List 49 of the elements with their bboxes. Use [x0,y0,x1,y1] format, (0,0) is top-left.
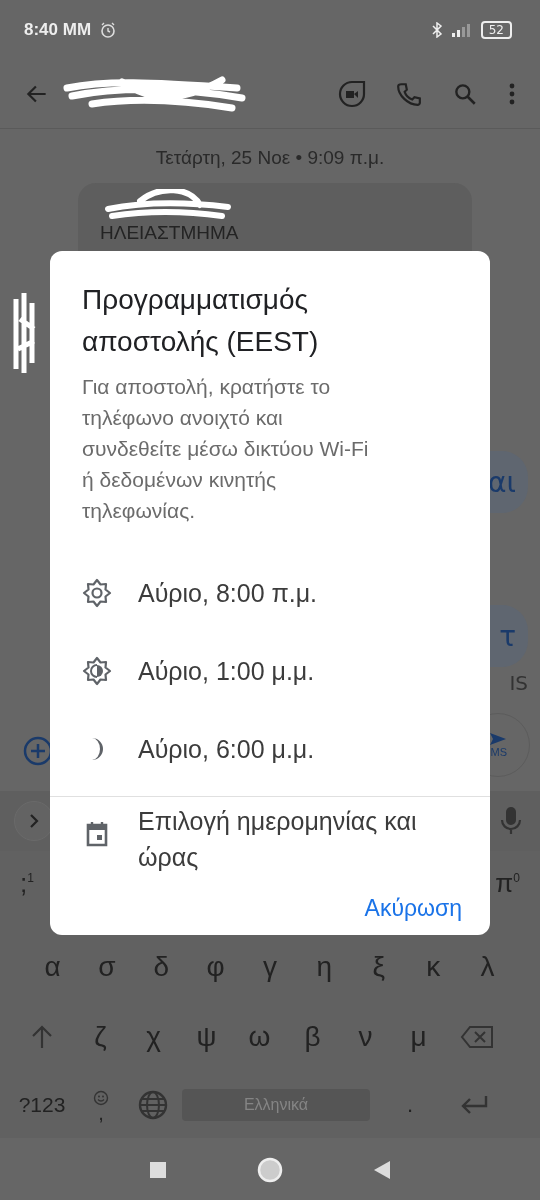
keyboard-key[interactable]: λ [461,951,514,983]
signal-icon [450,23,473,37]
keyboard-key[interactable]: μ [392,1021,445,1053]
keyboard-key[interactable]: κ [406,951,460,983]
recents-icon[interactable] [149,1160,167,1179]
date-header: Τετάρτη, 25 Νοε • 9:09 π.μ. [154,146,386,169]
message-text: αι [488,465,516,499]
search-icon[interactable] [452,81,478,107]
keyboard-key[interactable]: α [26,951,79,983]
period-key[interactable]: . [370,1092,450,1118]
emoji-icon[interactable] [93,1090,109,1106]
video-call-icon[interactable] [338,80,366,108]
schedule-option[interactable]: Αύριο, 8:00 π.μ. [50,554,490,632]
dialog-title: Προγραμματισμός αποστολής (EEST) [81,283,320,359]
keyboard-key[interactable]: ψ [180,1021,233,1053]
sun-icon [82,578,112,608]
chevron-right-icon [28,813,40,829]
keyboard-key[interactable]: γ [243,951,297,983]
battery-indicator: 52 [480,21,512,39]
alarm-icon [99,21,118,39]
enter-icon[interactable] [460,1094,488,1116]
keyboard-key[interactable]: δ [134,951,188,983]
keyboard-key[interactable]: ;$^{1}$ [20,868,34,899]
message-text: τ [499,619,516,653]
more-icon[interactable] [508,82,516,106]
keyboard-key[interactable]: ζ [74,1021,127,1053]
keyboard-key[interactable]: σ [80,951,134,983]
message-text: ΗΛΕΙΑΣΤΜΗΜΑ [100,223,240,243]
keyboard-key[interactable]: η [297,951,351,983]
status-time: 8:40 MM [24,20,92,40]
keyboard-key[interactable]: ξ [352,951,406,983]
keyboard-key[interactable]: π$^{0}$ [495,868,520,899]
phone-icon[interactable] [396,81,422,107]
dialog-description: Για αποστολή, κρατήστε το τηλέφωνο ανοιχτό και συνδεθείτε μέσω δικτύου Wi-Fi ή δεδομένων κινητής τηλεφωνίας. [81,374,370,524]
home-icon[interactable] [257,1156,283,1183]
back-icon[interactable] [373,1159,391,1180]
symbols-key[interactable]: ?123 [10,1093,74,1117]
send-icon [489,732,507,746]
microphone-icon[interactable] [500,806,522,836]
keyboard-key[interactable]: χ [127,1021,180,1053]
schedule-option[interactable]: Αύριο, 1:00 μ.μ. [50,632,490,710]
keyboard-key[interactable]: ν [339,1021,392,1053]
half-sun-icon [82,656,112,686]
globe-icon[interactable] [138,1090,168,1120]
keyboard-key[interactable]: β [286,1021,339,1053]
bluetooth-icon [430,22,443,38]
keyboard-key[interactable]: φ [189,951,243,983]
cancel-button[interactable]: Ακύρωση [364,887,462,930]
keyboard-key[interactable]: ω [233,1021,286,1053]
